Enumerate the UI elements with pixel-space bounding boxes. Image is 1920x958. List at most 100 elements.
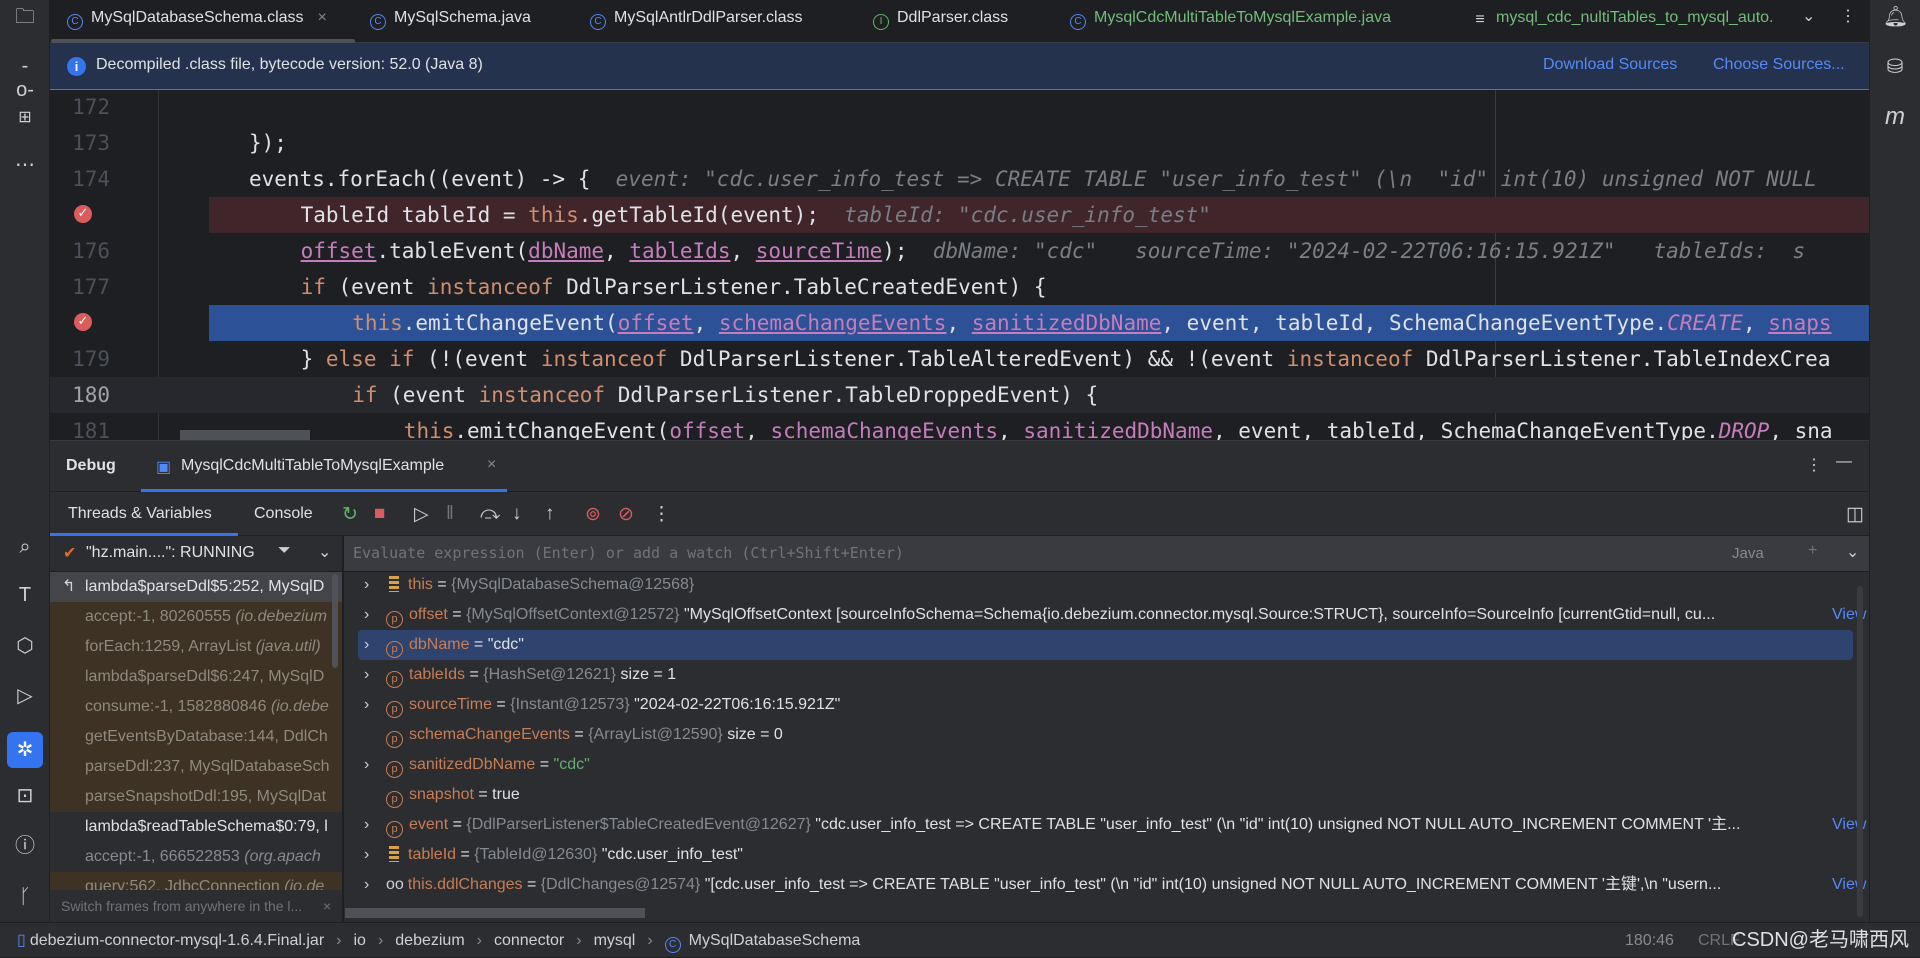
step-over-icon[interactable]: ⤼: [480, 503, 500, 525]
expand-chevron-icon[interactable]: ›: [364, 630, 369, 660]
thread-dropdown-chevron-icon[interactable]: ⌄: [318, 542, 331, 562]
breakpoint-icon[interactable]: ✓: [74, 205, 92, 223]
structure-icon[interactable]: ⊞: [13, 106, 37, 130]
variable-row[interactable]: › oo this.ddlChanges = {DdlChanges@12574} …: [344, 870, 1868, 900]
tab-threads-variables[interactable]: Threads & Variables: [68, 505, 212, 523]
project-folder-icon[interactable]: 🗀: [13, 5, 37, 29]
code-line[interactable]: 174 events.forEach((event) -> { event: "c…: [50, 161, 1869, 197]
caret-position[interactable]: 180:46: [1625, 923, 1674, 958]
breakpoint-icon[interactable]: ✓: [74, 313, 92, 331]
tab-mysqldatabaseschema-class[interactable]: C MySqlDatabaseSchema.class ×: [67, 0, 327, 43]
variables-horizontal-scrollbar[interactable]: [345, 908, 645, 918]
variables-vertical-scrollbar[interactable]: [1857, 586, 1863, 917]
variable-row[interactable]: p snapshot = true: [344, 780, 1854, 810]
eval-dropdown-chevron-icon[interactable]: ⌄: [1846, 542, 1859, 562]
toolbar-more-icon[interactable]: ⋮: [652, 503, 671, 526]
minimize-icon[interactable]: —: [1836, 453, 1852, 471]
variable-row[interactable]: › p tableIds = {HashSet@12621} size = 1: [344, 660, 1854, 690]
code-line[interactable]: 181 this.emitChangeEvent(offset, schemaCh…: [50, 413, 1869, 440]
debug-more-icon[interactable]: ⋮: [1806, 455, 1822, 475]
breadcrumb-item[interactable]: connector: [494, 932, 564, 949]
database-icon[interactable]: ⛁: [1883, 55, 1907, 79]
run-icon[interactable]: ▷: [13, 684, 37, 708]
tab-mysql-cdc-nultitables-to-mysql-auto-[interactable]: ≡ mysql_cdc_nultiTables_to_mysql_auto.: [1472, 0, 1773, 43]
evaluate-expression-input[interactable]: Evaluate expression (Enter) or add a wat…: [344, 536, 1869, 572]
debug-bug-icon[interactable]: ✲: [7, 732, 43, 768]
expand-chevron-icon[interactable]: ›: [364, 870, 369, 900]
step-into-icon[interactable]: ↓: [512, 503, 522, 525]
tab-mysqlcdcmultitabletomysqlexample-java[interactable]: C MysqlCdcMultiTableToMysqlExample.java: [1070, 0, 1391, 43]
stack-frame[interactable]: accept:-1, 80260555 (io.debezium: [50, 602, 342, 632]
stack-frame[interactable]: forEach:1259, ArrayList (java.util): [50, 632, 342, 662]
expand-chevron-icon[interactable]: ›: [364, 690, 369, 720]
add-watch-icon[interactable]: +: [1808, 542, 1817, 560]
variable-row[interactable]: › p dbName = "cdc": [358, 630, 1853, 660]
expand-chevron-icon[interactable]: ›: [364, 810, 369, 840]
commit-icon[interactable]: -o-: [13, 54, 37, 101]
expand-chevron-icon[interactable]: ›: [364, 840, 369, 870]
filter-icon[interactable]: ⏷: [278, 542, 291, 560]
rerun-icon[interactable]: ↻: [342, 503, 358, 526]
tab-mysqlantlrddlparser-class[interactable]: C MySqlAntlrDdlParser.class: [590, 0, 803, 43]
close-tip-icon[interactable]: ×: [323, 890, 331, 922]
expand-chevron-icon[interactable]: ›: [364, 660, 369, 690]
pause-icon[interactable]: ‖: [446, 503, 454, 525]
variable-row[interactable]: › p event = {DdlParserListener$TableCreate…: [344, 810, 1868, 840]
resume-icon[interactable]: ▷: [414, 503, 429, 526]
variable-row[interactable]: › this = {MySqlDatabaseSchema@12568}: [344, 570, 1854, 600]
code-line[interactable]: 180 if (event instanceof DdlParserListene…: [50, 377, 1869, 413]
variable-row[interactable]: › p offset = {MySqlOffsetContext@12572} "M…: [344, 600, 1868, 630]
search-icon[interactable]: ⌕: [13, 535, 37, 559]
code-line[interactable]: 177 if (event instanceof DdlParserListene…: [50, 269, 1869, 305]
code-line[interactable]: 176 offset.tableEvent(dbName, tableIds, s…: [50, 233, 1869, 269]
view-breakpoints-icon[interactable]: ⊚: [585, 503, 601, 526]
code-line[interactable]: ✓ this.emitChangeEvent(offset, schemaChan…: [50, 305, 1869, 341]
code-editor[interactable]: 172 173}); 174 events.forEach((event) -> { …: [50, 90, 1869, 440]
stack-frame[interactable]: lambda$readTableSchema$0:79, l: [50, 812, 342, 842]
language-selector[interactable]: Java: [1732, 545, 1764, 562]
expand-chevron-icon[interactable]: ›: [364, 570, 369, 600]
expand-chevron-icon[interactable]: ›: [364, 750, 369, 780]
breadcrumb-item[interactable]: mysql: [594, 932, 636, 949]
git-branch-icon[interactable]: ᚴ: [13, 885, 37, 909]
editor-horizontal-scrollbar[interactable]: [180, 430, 310, 440]
code-line[interactable]: ✓ TableId tableId = this.getTableId(event…: [50, 197, 1869, 233]
stack-frame[interactable]: accept:-1, 666522853 (org.apach: [50, 842, 342, 872]
tab-more-icon[interactable]: ⋮: [1840, 6, 1856, 26]
breadcrumb-item[interactable]: io: [353, 932, 365, 949]
more-tools-icon[interactable]: ⋯: [13, 153, 37, 177]
tab-list-chevron-icon[interactable]: ⌄: [1802, 6, 1815, 26]
thread-selector[interactable]: ✔ "hz.main....": RUNNING ⏷ ⌄: [50, 536, 342, 572]
close-tab-icon[interactable]: ×: [318, 9, 327, 26]
stack-frame[interactable]: ↰ lambda$parseDdl$5:252, MySqlD: [50, 572, 342, 602]
debug-session-tab[interactable]: MysqlCdcMultiTableToMysqlExample: [181, 457, 444, 475]
breadcrumb-item[interactable]: MySqlDatabaseSchema: [689, 932, 861, 949]
terminal-icon[interactable]: ⊡: [13, 784, 37, 808]
mute-breakpoints-icon[interactable]: ⊘: [618, 503, 634, 526]
download-sources-link[interactable]: Download Sources: [1543, 56, 1677, 74]
expand-chevron-icon[interactable]: ›: [364, 600, 369, 630]
code-line[interactable]: 179} else if (!(event instanceof DdlPars…: [50, 341, 1869, 377]
stack-frame[interactable]: getEventsByDatabase:144, DdlCh: [50, 722, 342, 752]
stack-frame[interactable]: parseSnapshotDdl:195, MySqlDat: [50, 782, 342, 812]
tab-ddlparser-class[interactable]: I DdlParser.class: [873, 0, 1008, 43]
step-out-icon[interactable]: ↑: [545, 503, 555, 525]
variable-row[interactable]: › p sourceTime = {Instant@12573} "2024-02-…: [344, 690, 1854, 720]
stack-frame[interactable]: lambda$parseDdl$6:247, MySqlD: [50, 662, 342, 692]
layout-icon[interactable]: ◫: [1846, 503, 1864, 526]
breadcrumb-item[interactable]: debezium-connector-mysql-1.6.4.Final.jar: [30, 932, 324, 949]
code-line[interactable]: 172: [50, 90, 1869, 125]
stop-icon[interactable]: ■: [374, 503, 385, 525]
maven-icon[interactable]: m: [1883, 105, 1907, 129]
tab-mysqlschema-java[interactable]: C MySqlSchema.java: [370, 0, 531, 43]
frames-scrollbar[interactable]: [332, 574, 338, 668]
tab-console[interactable]: Console: [254, 505, 313, 523]
services-icon[interactable]: ⬡: [13, 634, 37, 658]
close-session-icon[interactable]: ×: [487, 456, 496, 474]
choose-sources-link[interactable]: Choose Sources...: [1713, 56, 1845, 74]
code-line[interactable]: 173});: [50, 125, 1869, 161]
problems-icon[interactable]: ⓘ: [13, 834, 37, 858]
notifications-bell-icon[interactable]: 🔔︎: [1883, 5, 1908, 29]
stack-frame[interactable]: parseDdl:237, MySqlDatabaseSch: [50, 752, 342, 782]
stack-frame[interactable]: consume:-1, 1582880846 (io.debe: [50, 692, 342, 722]
